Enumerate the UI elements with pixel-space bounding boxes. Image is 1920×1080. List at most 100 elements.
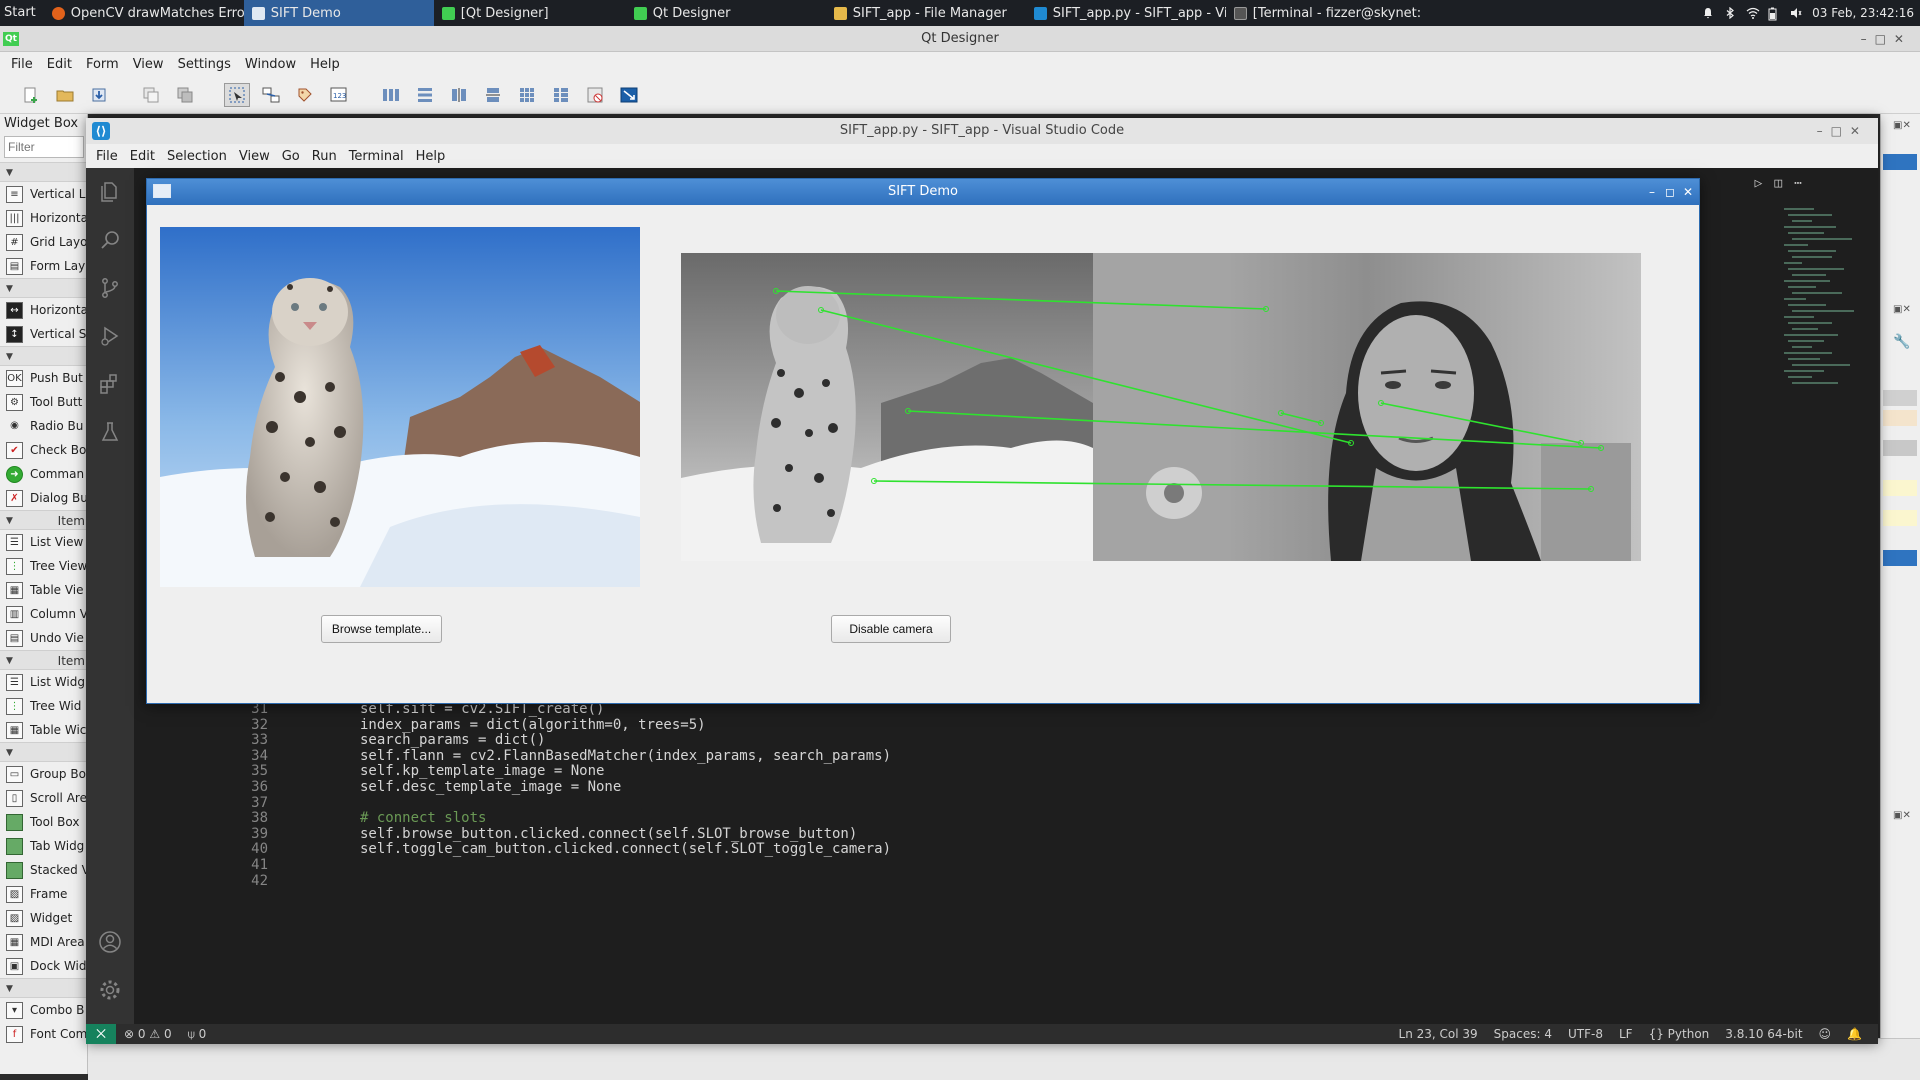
- edit-signals-icon[interactable]: [258, 83, 284, 107]
- maximize-icon[interactable]: ◻: [1663, 179, 1677, 205]
- category-item-views[interactable]: ▼ Item: [0, 510, 87, 530]
- indentation[interactable]: Spaces: 4: [1486, 1027, 1560, 1041]
- disable-camera-button[interactable]: Disable camera: [831, 615, 951, 643]
- taskbar-item-sift-demo[interactable]: SIFT Demo: [243, 0, 434, 26]
- widget-item[interactable]: Stacked V: [0, 858, 87, 882]
- language-mode[interactable]: {} Python: [1641, 1027, 1718, 1041]
- category-layouts[interactable]: ▼: [0, 162, 87, 182]
- taskbar-item-opencv-tab[interactable]: OpenCV drawMatches Error...: [44, 0, 244, 26]
- cursor-position[interactable]: Ln 23, Col 39: [1391, 1027, 1486, 1041]
- widget-item[interactable]: ▤ Form Lay: [0, 254, 87, 278]
- more-actions-icon[interactable]: ⋯: [1794, 176, 1814, 191]
- code-line[interactable]: 42: [134, 872, 268, 891]
- search-icon[interactable]: [98, 228, 122, 252]
- dock-controls-icon[interactable]: ▣✕: [1893, 304, 1911, 315]
- widget-item[interactable]: ▦ Table Wic: [0, 718, 87, 742]
- layout-v-splitter-icon[interactable]: [480, 83, 506, 107]
- widget-item[interactable]: ⋮ Tree View: [0, 554, 87, 578]
- open-folder-icon[interactable]: [52, 83, 78, 107]
- menu-file[interactable]: File: [90, 149, 124, 164]
- volume-icon[interactable]: [1790, 7, 1802, 19]
- widget-item[interactable]: ☰ List Widg: [0, 670, 87, 694]
- new-form-icon[interactable]: [18, 83, 44, 107]
- battery-icon[interactable]: [1768, 7, 1780, 21]
- testing-flask-icon[interactable]: [98, 420, 122, 444]
- widget-item[interactable]: ✗ Dialog Bu: [0, 486, 87, 510]
- start-button[interactable]: Start: [0, 0, 44, 26]
- widget-item[interactable]: ▤ Undo Vie: [0, 626, 87, 650]
- widget-item[interactable]: ➜ Comman: [0, 462, 87, 486]
- widget-item[interactable]: ⚙ Tool Butt: [0, 390, 87, 414]
- widget-item[interactable]: ↔ Horizonta: [0, 298, 87, 322]
- clock[interactable]: 03 Feb, 23:42:16: [1812, 6, 1914, 20]
- run-debug-icon[interactable]: [98, 324, 122, 348]
- widget-item[interactable]: Tool Box: [0, 810, 87, 834]
- widget-item[interactable]: Tab Widg: [0, 834, 87, 858]
- notifications-bell-icon[interactable]: 🔔: [1839, 1027, 1870, 1041]
- menu-selection[interactable]: Selection: [161, 149, 233, 164]
- edit-tab-order-icon[interactable]: 123: [326, 83, 352, 107]
- end-of-line[interactable]: LF: [1611, 1027, 1641, 1041]
- run-file-icon[interactable]: ▷: [1755, 176, 1775, 191]
- widget-item[interactable]: ✔ Check Bo: [0, 438, 87, 462]
- widget-item[interactable]: ▦ Table Vie: [0, 578, 87, 602]
- adjust-size-icon[interactable]: [616, 83, 642, 107]
- source-control-icon[interactable]: [98, 276, 122, 300]
- layout-vertical-icon[interactable]: [412, 83, 438, 107]
- edit-widgets-icon[interactable]: [224, 82, 250, 107]
- layout-grid-icon[interactable]: [514, 83, 540, 107]
- menu-terminal[interactable]: Terminal: [343, 149, 410, 164]
- layout-h-splitter-icon[interactable]: [446, 83, 472, 107]
- widget-item[interactable]: ▣ Dock Wid: [0, 954, 87, 978]
- paste-icon[interactable]: [172, 83, 198, 107]
- category-input-widgets[interactable]: ▼: [0, 978, 87, 998]
- widget-item[interactable]: ▭ Group Bo: [0, 762, 87, 786]
- menu-window[interactable]: Window: [238, 57, 303, 72]
- window-controls[interactable]: –□✕: [1817, 118, 1868, 144]
- widget-item[interactable]: ▥ Column V: [0, 602, 87, 626]
- close-icon[interactable]: ✕: [1681, 179, 1695, 205]
- widget-item[interactable]: OK Push But: [0, 366, 87, 390]
- menu-view[interactable]: View: [233, 149, 276, 164]
- widget-filter-input[interactable]: [4, 136, 84, 158]
- widget-item[interactable]: ▨ Frame: [0, 882, 87, 906]
- taskbar-item-qt-designer-bracket[interactable]: [Qt Designer]: [434, 0, 626, 26]
- menu-help[interactable]: Help: [303, 57, 347, 72]
- layout-form-icon[interactable]: [548, 83, 574, 107]
- layout-horizontal-icon[interactable]: [378, 83, 404, 107]
- feedback-icon[interactable]: ☺: [1811, 1027, 1840, 1041]
- problems-indicator[interactable]: ⊗ 0 ⚠ 0: [116, 1027, 180, 1041]
- widget-item[interactable]: f Font Com: [0, 1022, 87, 1046]
- menu-file[interactable]: File: [4, 57, 40, 72]
- widget-item[interactable]: # Grid Layo: [0, 230, 87, 254]
- extensions-icon[interactable]: [98, 372, 122, 396]
- widget-item[interactable]: ▦ MDI Area: [0, 930, 87, 954]
- dock-controls-icon[interactable]: ▣✕: [1893, 120, 1911, 131]
- save-icon[interactable]: [86, 83, 112, 107]
- category-spacers[interactable]: ▼: [0, 278, 87, 298]
- widget-item[interactable]: ⋮ Tree Wid: [0, 694, 87, 718]
- bluetooth-icon[interactable]: [1724, 6, 1736, 20]
- widget-item[interactable]: ▯ Scroll Are: [0, 786, 87, 810]
- wrench-icon[interactable]: 🔧: [1893, 334, 1910, 350]
- widget-item[interactable]: ||| Horizonta: [0, 206, 87, 230]
- python-interpreter[interactable]: 3.8.10 64-bit: [1717, 1027, 1810, 1041]
- widget-item[interactable]: ◉ Radio Bu: [0, 414, 87, 438]
- taskbar-item-vscode[interactable]: SIFT_app.py - SIFT_app - Vis...: [1026, 0, 1226, 26]
- encoding[interactable]: UTF-8: [1560, 1027, 1611, 1041]
- edit-buddies-icon[interactable]: [292, 83, 318, 107]
- account-icon[interactable]: [98, 930, 122, 954]
- taskbar-item-file-manager[interactable]: SIFT_app - File Manager: [826, 0, 1026, 26]
- widget-item[interactable]: ▾ Combo B: [0, 998, 87, 1022]
- notification-bell-icon[interactable]: [1702, 7, 1714, 19]
- taskbar-item-terminal[interactable]: [Terminal - fizzer@skynet: ~...: [1226, 0, 1426, 26]
- menu-form[interactable]: Form: [79, 57, 126, 72]
- category-containers[interactable]: ▼: [0, 742, 87, 762]
- menu-edit[interactable]: Edit: [124, 149, 161, 164]
- ports-indicator[interactable]: ⍦ 0: [180, 1027, 215, 1042]
- minimize-icon[interactable]: –: [1645, 179, 1659, 205]
- taskbar-item-qt-designer[interactable]: Qt Designer: [626, 0, 826, 26]
- explorer-icon[interactable]: [98, 180, 122, 204]
- copy-icon[interactable]: [138, 83, 164, 107]
- menu-go[interactable]: Go: [276, 149, 306, 164]
